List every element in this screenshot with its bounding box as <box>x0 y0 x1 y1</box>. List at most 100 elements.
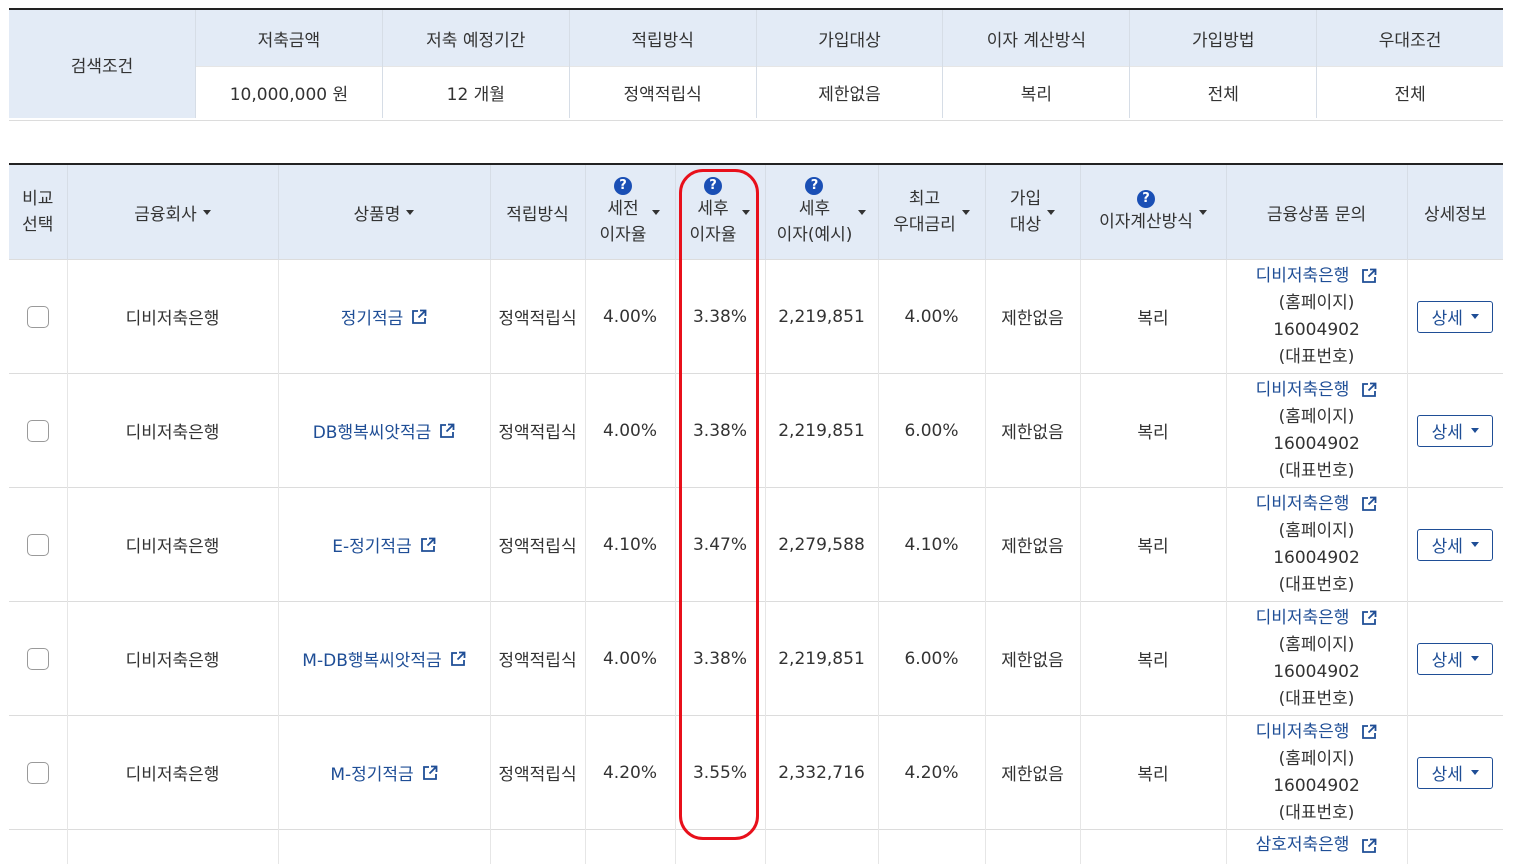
condition-header: 가입방법 <box>1130 10 1316 66</box>
caret-down-icon <box>1047 210 1055 215</box>
inquiry-bank-name: 삼호저축은행 <box>1256 832 1350 859</box>
inquiry-homepage-link[interactable]: 디비저축은행 <box>1256 263 1378 290</box>
cell-method: 정액적립식 <box>490 716 585 830</box>
condition-calc: 이자 계산방식 복리 <box>942 10 1129 118</box>
cell-company: 디비저축은행 <box>67 716 278 830</box>
external-link-icon <box>422 765 438 781</box>
cell-target: 제한없음 <box>985 716 1080 830</box>
cell-target: 제한없음 <box>985 602 1080 716</box>
table-row: 삼호저축은행 <box>9 830 1503 864</box>
compare-checkbox[interactable] <box>27 762 49 784</box>
product-link[interactable]: M-DB행복씨앗적금 <box>302 646 465 671</box>
header-max-rate[interactable]: 최고 우대금리 <box>878 164 985 260</box>
table-row: 디비저축은행 정기적금 정액적립식 4.00% 3.38% 2,219,851 … <box>9 260 1503 374</box>
cell-target: 제한없음 <box>985 374 1080 488</box>
detail-button[interactable]: 상세 <box>1417 757 1493 789</box>
inquiry-phone: 16004902 <box>1273 545 1360 572</box>
external-link-icon <box>1361 496 1377 512</box>
inquiry-homepage-link[interactable]: 디비저축은행 <box>1256 719 1378 746</box>
condition-method: 적립방식 정액적립식 <box>569 10 756 118</box>
inquiry-homepage-label: (홈페이지) <box>1279 746 1355 773</box>
inquiry-info: 디비저축은행 (홈페이지) 16004902 (대표번호) <box>1227 377 1407 485</box>
cell-calc-method: 복리 <box>1080 488 1226 602</box>
compare-checkbox[interactable] <box>27 306 49 328</box>
inquiry-homepage-link[interactable]: 삼호저축은행 <box>1256 832 1378 859</box>
detail-button[interactable]: 상세 <box>1417 301 1493 333</box>
header-compare: 비교 선택 <box>9 164 67 260</box>
condition-value: 복리 <box>943 66 1129 118</box>
caret-down-icon <box>962 210 970 215</box>
header-company[interactable]: 금융회사 <box>67 164 278 260</box>
product-link[interactable]: E-정기적금 <box>332 532 435 557</box>
detail-button[interactable]: 상세 <box>1417 643 1493 675</box>
external-link-icon <box>1361 268 1377 284</box>
inquiry-homepage-link[interactable]: 디비저축은행 <box>1256 491 1378 518</box>
inquiry-info: 디비저축은행 (홈페이지) 16004902 (대표번호) <box>1227 491 1407 599</box>
header-calc-method[interactable]: ? 이자계산방식 <box>1080 164 1226 260</box>
search-conditions: 검색조건 저축금액 10,000,000 원 저축 예정기간 12 개월 적립방… <box>9 8 1503 121</box>
caret-down-icon <box>1471 428 1479 433</box>
question-circle-icon[interactable]: ? <box>704 177 722 195</box>
header-interest-line2: 이자(예시) <box>777 222 853 248</box>
compare-checkbox[interactable] <box>27 420 49 442</box>
condition-value: 전체 <box>1130 66 1316 118</box>
cell-pretax-rate: 4.10% <box>585 488 675 602</box>
cell-max-rate: 6.00% <box>878 374 985 488</box>
product-link[interactable]: 정기적금 <box>341 304 428 329</box>
cell-pretax-rate: 4.00% <box>585 374 675 488</box>
condition-join-method: 가입방법 전체 <box>1129 10 1316 118</box>
cell-aftertax-interest: 2,219,851 <box>765 260 878 374</box>
caret-down-icon <box>1199 210 1207 215</box>
header-pretax-line2: 이자율 <box>600 222 647 248</box>
header-detail-label: 상세정보 <box>1424 200 1487 225</box>
detail-button[interactable]: 상세 <box>1417 415 1493 447</box>
condition-header: 저축금액 <box>196 10 382 66</box>
condition-header: 가입대상 <box>757 10 943 66</box>
cell-method: 정액적립식 <box>490 602 585 716</box>
inquiry-homepage-link[interactable]: 디비저축은행 <box>1256 605 1378 632</box>
header-target[interactable]: 가입 대상 <box>985 164 1080 260</box>
detail-button-label: 상세 <box>1432 304 1463 329</box>
compare-checkbox[interactable] <box>27 648 49 670</box>
header-target-line1: 가입 <box>1010 186 1041 212</box>
caret-down-icon <box>1471 314 1479 319</box>
caret-down-icon <box>203 210 211 215</box>
question-circle-icon[interactable]: ? <box>614 177 632 195</box>
header-aftertax-line2: 이자율 <box>690 222 737 248</box>
question-circle-icon[interactable]: ? <box>805 177 823 195</box>
detail-button[interactable]: 상세 <box>1417 529 1493 561</box>
external-link-icon <box>1361 838 1377 854</box>
cell-aftertax-interest: 2,332,716 <box>765 716 878 830</box>
external-link-icon <box>450 651 466 667</box>
compare-checkbox[interactable] <box>27 534 49 556</box>
inquiry-bank-name: 디비저축은행 <box>1256 605 1350 632</box>
inquiry-bank-name: 디비저축은행 <box>1256 491 1350 518</box>
product-name: M-DB행복씨앗적금 <box>302 646 441 671</box>
cell-max-rate: 4.10% <box>878 488 985 602</box>
condition-header: 저축 예정기간 <box>383 10 569 66</box>
inquiry-homepage-link[interactable]: 디비저축은행 <box>1256 377 1378 404</box>
cell-calc-method: 복리 <box>1080 716 1226 830</box>
cell-target: 제한없음 <box>985 488 1080 602</box>
header-inquiry: 금융상품 문의 <box>1226 164 1407 260</box>
inquiry-homepage-label: (홈페이지) <box>1279 290 1355 317</box>
condition-preference: 우대조건 전체 <box>1316 10 1503 118</box>
header-calc-label: 이자계산방식 <box>1099 209 1193 235</box>
header-interest-line1: 세후 <box>799 196 830 222</box>
inquiry-phone-label: (대표번호) <box>1279 686 1355 713</box>
cell-method: 정액적립식 <box>490 488 585 602</box>
product-link[interactable]: DB행복씨앗적금 <box>313 418 456 443</box>
inquiry-homepage-label: (홈페이지) <box>1279 518 1355 545</box>
header-aftertax-interest[interactable]: ? 세후 이자(예시) <box>765 164 878 260</box>
caret-down-icon <box>652 210 660 215</box>
inquiry-phone: 16004902 <box>1273 317 1360 344</box>
question-circle-icon[interactable]: ? <box>1137 190 1155 208</box>
header-product[interactable]: 상품명 <box>278 164 490 260</box>
inquiry-phone: 16004902 <box>1273 431 1360 458</box>
product-link[interactable]: M-정기적금 <box>330 760 437 785</box>
header-pretax-rate[interactable]: ? 세전 이자율 <box>585 164 675 260</box>
cell-aftertax-rate: 3.47% <box>675 488 765 602</box>
header-aftertax-rate[interactable]: ? 세후 이자율 <box>675 164 765 260</box>
table-row: 디비저축은행 E-정기적금 정액적립식 4.10% 3.47% 2,279,58… <box>9 488 1503 602</box>
condition-period: 저축 예정기간 12 개월 <box>382 10 569 118</box>
